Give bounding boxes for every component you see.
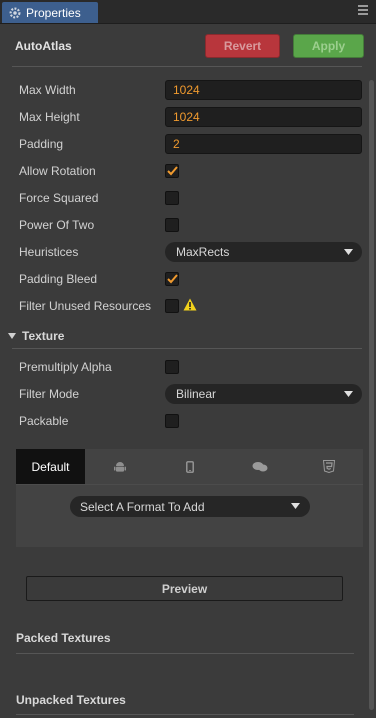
filter-mode-value: Bilinear <box>176 387 217 401</box>
premultiply-alpha-label: Premultiply Alpha <box>19 360 112 374</box>
heuristices-select[interactable]: MaxRects <box>165 242 362 262</box>
field-max-height: Max Height <box>19 107 80 127</box>
scrollbar[interactable] <box>369 80 374 710</box>
force-squared-checkbox[interactable] <box>165 191 179 205</box>
checkmark-icon <box>166 274 178 284</box>
field-padding-bleed: Padding Bleed <box>19 269 97 289</box>
padding-label: Padding <box>19 137 64 151</box>
filter-mode-select[interactable]: Bilinear <box>165 384 362 404</box>
platform-tabs: Default <box>16 449 363 484</box>
heuristices-label: Heuristices <box>19 245 79 259</box>
field-heuristices: Heuristices <box>19 242 78 262</box>
format-select[interactable]: Select A Format To Add <box>70 496 310 517</box>
max-height-input[interactable]: 1024 <box>165 107 362 127</box>
power-of-two-checkbox[interactable] <box>165 218 179 232</box>
tab-mobile[interactable] <box>155 449 225 484</box>
packable-checkbox[interactable] <box>165 414 179 428</box>
tab-default[interactable]: Default <box>16 449 85 484</box>
panel-tab-bar: Properties <box>0 0 376 24</box>
texture-title: Texture <box>22 329 65 343</box>
power-of-two-label: Power Of Two <box>19 218 95 232</box>
max-height-label: Max Height <box>19 110 80 124</box>
chat-icon <box>252 461 267 471</box>
padding-input[interactable]: 2 <box>165 134 362 154</box>
android-icon <box>114 461 126 472</box>
field-padding: Padding <box>19 134 63 154</box>
tab-chat[interactable] <box>225 449 294 484</box>
premultiply-alpha-checkbox[interactable] <box>165 360 179 374</box>
texture-section-header[interactable]: Texture <box>8 329 64 343</box>
tab-title: Properties <box>26 5 81 20</box>
field-max-width: Max Width <box>19 80 76 100</box>
chevron-down-icon <box>344 391 353 397</box>
filter-mode-label: Filter Mode <box>19 387 80 401</box>
asset-type-title: AutoAtlas <box>15 39 72 53</box>
gear-icon <box>9 7 21 18</box>
texture-divider <box>12 348 362 349</box>
panel-menu-icon[interactable] <box>358 5 368 17</box>
header-divider <box>12 66 362 67</box>
tab-properties[interactable]: Properties <box>2 2 98 23</box>
html5-icon <box>322 460 335 473</box>
max-width-input[interactable]: 1024 <box>165 80 362 100</box>
unpacked-textures-title: Unpacked Textures <box>16 693 126 707</box>
revert-button[interactable]: Revert <box>205 34 280 58</box>
filter-unused-label: Filter Unused Resources <box>19 299 152 313</box>
unpacked-divider <box>16 714 354 715</box>
field-allow-rotation: Allow Rotation <box>19 161 96 181</box>
heuristices-value: MaxRects <box>176 245 230 259</box>
chevron-down-icon <box>291 503 300 509</box>
field-premultiply-alpha: Premultiply Alpha <box>19 357 112 377</box>
packable-label: Packable <box>19 414 69 428</box>
filter-unused-checkbox[interactable] <box>165 299 179 313</box>
warning-icon[interactable] <box>183 298 197 311</box>
packed-divider <box>16 653 354 654</box>
packed-textures-title: Packed Textures <box>16 631 111 645</box>
preview-button[interactable]: Preview <box>26 576 343 601</box>
field-force-squared: Force Squared <box>19 188 98 208</box>
tab-android[interactable] <box>85 449 155 484</box>
padding-bleed-label: Padding Bleed <box>19 272 98 286</box>
field-power-of-two: Power Of Two <box>19 215 94 235</box>
allow-rotation-label: Allow Rotation <box>19 164 96 178</box>
field-packable: Packable <box>19 411 68 431</box>
tab-html5[interactable] <box>294 449 363 484</box>
padding-bleed-checkbox[interactable] <box>165 272 179 286</box>
checkmark-icon <box>166 166 178 176</box>
phone-icon <box>186 460 194 473</box>
allow-rotation-checkbox[interactable] <box>165 164 179 178</box>
field-filter-unused: Filter Unused Resources <box>19 296 151 316</box>
chevron-down-icon <box>344 249 353 255</box>
force-squared-label: Force Squared <box>19 191 99 205</box>
collapse-triangle-icon <box>8 332 16 339</box>
apply-button[interactable]: Apply <box>293 34 364 58</box>
max-width-label: Max Width <box>19 83 76 97</box>
format-select-placeholder: Select A Format To Add <box>80 499 205 514</box>
tab-default-label: Default <box>31 459 70 474</box>
field-filter-mode: Filter Mode <box>19 384 79 404</box>
